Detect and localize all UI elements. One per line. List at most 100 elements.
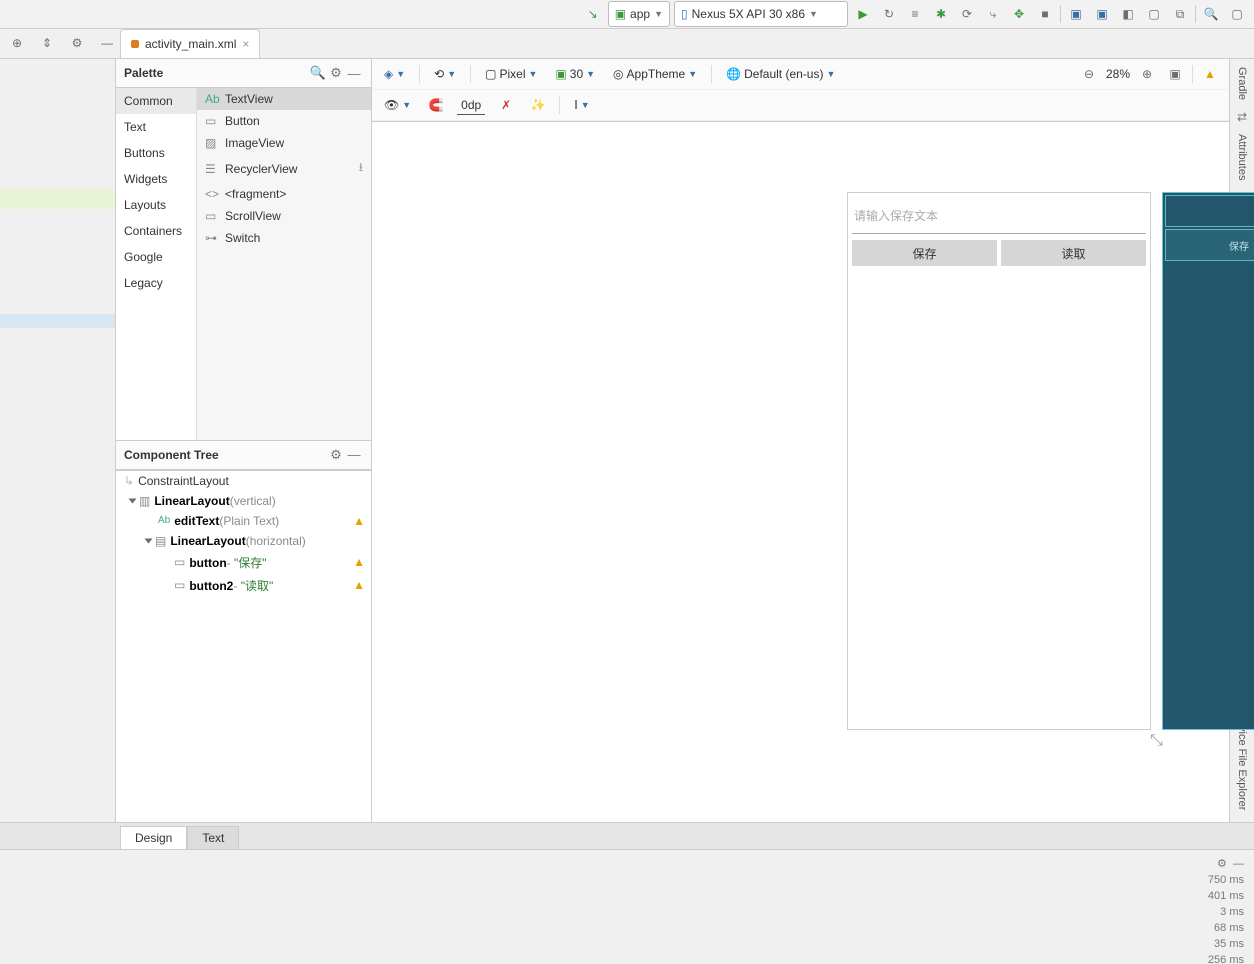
clear-constraints-icon[interactable]: ✗ xyxy=(495,94,517,116)
surface-select-icon[interactable]: ◈▼ xyxy=(380,65,409,83)
resize-handle-icon[interactable]: ⤡ xyxy=(1150,732,1163,750)
layout-inspector-icon[interactable]: ◧ xyxy=(1117,3,1139,25)
expand-icon[interactable] xyxy=(129,498,137,503)
zoom-in-icon[interactable]: ⊕ xyxy=(1136,63,1158,85)
target-icon[interactable]: ⊕ xyxy=(6,32,28,54)
design-canvas[interactable]: ↖ 请输入保存文本 保存 读取 editText 保存 读取 ⤡ xyxy=(372,122,1229,822)
debug-icon[interactable]: ✱ xyxy=(930,3,952,25)
tab-design[interactable]: Design xyxy=(120,826,187,849)
palette-widgets: AbTextView ▭Button ▨ImageView ☰RecyclerV… xyxy=(197,88,371,440)
tab-gradle[interactable]: Gradle xyxy=(1236,63,1248,104)
preview-edittext: 请输入保存文本 xyxy=(852,197,1146,234)
left-gutter xyxy=(0,59,116,822)
infer-constraints-icon[interactable]: ✨ xyxy=(527,94,549,116)
palette-header: Palette 🔍 ⚙ — xyxy=(116,59,371,88)
stop-icon[interactable]: ■ xyxy=(1034,3,1056,25)
app-links-icon[interactable]: ⧉ xyxy=(1169,3,1191,25)
status-time: 750 ms xyxy=(1154,872,1244,888)
device-dropdown[interactable]: ▯ Nexus 5X API 30 x86 ▼ xyxy=(674,1,848,27)
widget-button[interactable]: ▭Button xyxy=(197,110,371,132)
zoom-out-icon[interactable]: ⊖ xyxy=(1078,63,1100,85)
zoom-fit-icon[interactable]: ▣ xyxy=(1164,63,1186,85)
search-icon[interactable]: 🔍 xyxy=(1200,3,1222,25)
warning-icon[interactable]: ▲ xyxy=(353,555,365,569)
widget-fragment[interactable]: <><fragment> xyxy=(197,183,371,205)
hide-icon[interactable]: — xyxy=(96,32,118,54)
apply-changes-icon[interactable]: ↻ xyxy=(878,3,900,25)
design-preview[interactable]: 请输入保存文本 保存 读取 xyxy=(847,192,1151,730)
tree-linearlayout-v[interactable]: ▥ LinearLayout(vertical) xyxy=(116,491,371,511)
coverage-icon[interactable]: ⤷ xyxy=(982,3,1004,25)
locale-select[interactable]: 🌐Default (en-us)▼ xyxy=(722,65,839,83)
category-widgets[interactable]: Widgets xyxy=(116,166,196,192)
tree-hide-icon[interactable]: — xyxy=(345,447,363,462)
category-common[interactable]: Common xyxy=(116,88,196,114)
status-gear-icon[interactable]: ⚙ xyxy=(1217,858,1227,870)
device-select[interactable]: ▢Pixel▼ xyxy=(481,65,541,83)
collapse-icon[interactable]: ⇕ xyxy=(36,32,58,54)
gutter-highlight-green xyxy=(0,189,115,209)
widget-recyclerview[interactable]: ☰RecyclerView⭳ xyxy=(197,154,371,183)
design-toolbar-1: ◈▼ ⟲▼ ▢Pixel▼ ▣30▼ ◎AppTheme▼ 🌐Default (… xyxy=(372,59,1229,90)
tree-constraintlayout[interactable]: ↳ ConstraintLayout xyxy=(116,471,371,491)
api-select[interactable]: ▣30▼ xyxy=(551,65,599,83)
align-icon[interactable]: Ⅰ▼ xyxy=(570,96,593,114)
category-buttons[interactable]: Buttons xyxy=(116,140,196,166)
category-containers[interactable]: Containers xyxy=(116,218,196,244)
tree-settings-icon[interactable]: ⚙ xyxy=(327,447,345,463)
resource-manager-icon[interactable]: ▢ xyxy=(1143,3,1165,25)
download-icon[interactable]: ⭳ xyxy=(359,158,363,179)
palette-search-icon[interactable]: 🔍 xyxy=(309,65,327,81)
layout-icon: ↳ xyxy=(124,474,134,488)
category-layouts[interactable]: Layouts xyxy=(116,192,196,218)
widget-imageview[interactable]: ▨ImageView xyxy=(197,132,371,154)
widget-scrollview[interactable]: ▭ScrollView xyxy=(197,205,371,227)
tab-attributes[interactable]: Attributes xyxy=(1236,130,1248,184)
palette-hide-icon[interactable]: — xyxy=(345,66,363,81)
sdk-icon[interactable]: ▣ xyxy=(1091,3,1113,25)
magnet-icon[interactable]: 🧲 xyxy=(425,94,447,116)
attributes-icon: ⇄ xyxy=(1237,110,1247,124)
user-icon[interactable]: ▢ xyxy=(1226,3,1248,25)
category-legacy[interactable]: Legacy xyxy=(116,270,196,296)
warning-icon[interactable]: ▲ xyxy=(353,578,365,592)
run-icon[interactable]: ▶ xyxy=(852,3,874,25)
close-tab-icon[interactable]: × xyxy=(242,37,249,51)
category-text[interactable]: Text xyxy=(116,114,196,140)
orientation-icon[interactable]: ⟲▼ xyxy=(430,65,460,83)
palette-settings-icon[interactable]: ⚙ xyxy=(327,65,345,81)
warning-icon[interactable]: ▲ xyxy=(353,514,365,528)
file-tab-activity-main[interactable]: activity_main.xml × xyxy=(120,29,260,58)
profiler-icon[interactable]: ⟳ xyxy=(956,3,978,25)
editor-tabs: activity_main.xml × xyxy=(0,30,1254,59)
sync-icon[interactable]: ↘ xyxy=(582,3,604,25)
tree-button1[interactable]: ▭ button- "保存" ▲ xyxy=(116,551,371,574)
blueprint-preview[interactable]: editText 保存 读取 xyxy=(1162,192,1254,730)
widget-switch[interactable]: ⊶Switch xyxy=(197,227,371,249)
edittext-icon: Ab xyxy=(158,515,170,526)
status-hide-icon[interactable]: — xyxy=(1233,858,1244,870)
warnings-icon[interactable]: ▲ xyxy=(1199,63,1221,85)
palette-categories: Common Text Buttons Widgets Layouts Cont… xyxy=(116,88,197,440)
run-config-dropdown[interactable]: ▣ app ▼ xyxy=(608,1,670,27)
status-time: 401 ms xyxy=(1154,888,1244,904)
xml-file-icon xyxy=(131,40,139,48)
component-tree-header: Component Tree ⚙ — xyxy=(116,440,371,470)
tree-button2[interactable]: ▭ button2- "读取" ▲ xyxy=(116,574,371,597)
expand-icon[interactable] xyxy=(145,538,153,543)
tree-linearlayout-h[interactable]: ▤ LinearLayout(horizontal) xyxy=(116,531,371,551)
default-margin[interactable]: 0dp xyxy=(457,96,485,115)
widget-textview[interactable]: AbTextView xyxy=(197,88,371,110)
view-options-icon[interactable]: 👁▼ xyxy=(380,96,415,114)
tree-edittext[interactable]: Ab editText(Plain Text) ▲ xyxy=(116,511,371,531)
separator xyxy=(1195,5,1196,23)
menu-lines-icon[interactable]: ≡ xyxy=(904,3,926,25)
theme-select[interactable]: ◎AppTheme▼ xyxy=(609,65,701,83)
attach-icon[interactable]: ✥ xyxy=(1008,3,1030,25)
category-google[interactable]: Google xyxy=(116,244,196,270)
gutter-highlight-blue xyxy=(0,314,115,328)
avd-icon[interactable]: ▣ xyxy=(1065,3,1087,25)
settings-icon[interactable]: ⚙ xyxy=(66,32,88,54)
linearlayout-h-icon: ▤ xyxy=(155,534,166,548)
tab-text[interactable]: Text xyxy=(187,826,239,849)
